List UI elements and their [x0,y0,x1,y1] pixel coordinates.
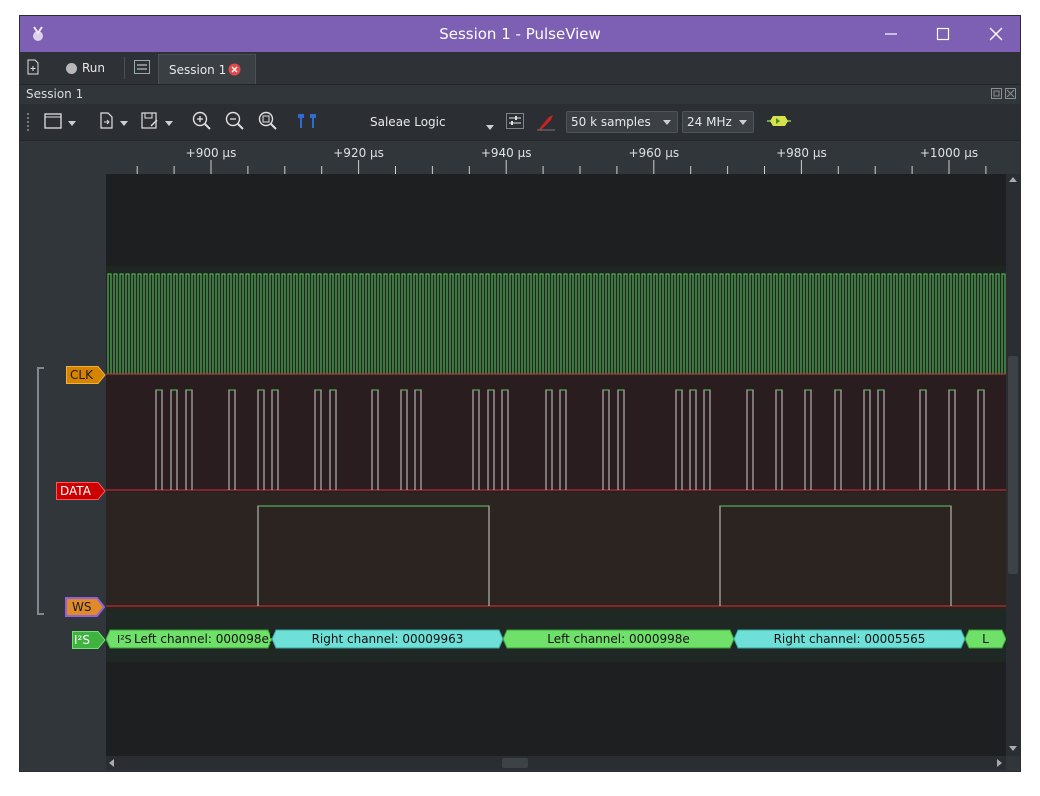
ruler-tick-label: +920 µs [333,146,384,160]
ruler-tick-label: +960 µs [628,146,679,160]
pulseview-window: Session 1 - PulseView Run Session 1 Sess… [19,15,1021,772]
tab-session-label: Session 1 [169,62,227,77]
ruler-tick-label: +940 µs [481,146,532,160]
trace-view[interactable]: Left channel: 000098e5 Right channel: 000… [106,174,1006,756]
time-ruler[interactable]: +900 µs +920 µs +940 µs +960 µs +980 µs +1000… [106,142,1006,174]
probe-icon [535,111,557,134]
zoom-in-button[interactable] [190,110,214,134]
chevron-down-icon [663,120,671,125]
zoom-fit-button[interactable] [256,110,280,134]
add-decoder-button[interactable] [766,110,792,134]
session-dock-header: Session 1 [20,85,1020,103]
zoom-out-icon [225,111,245,134]
i2s-annotation-text: Right channel: 00005565 [774,632,926,646]
i2s-annotation-text: L [982,632,989,646]
ruler-ticks: +900 µs +920 µs +940 µs +960 µs +980 µs +1000… [136,146,987,174]
new-view-icon [44,112,62,132]
maximize-button[interactable] [930,22,956,46]
horizontal-scrollbar[interactable] [106,756,1006,770]
minimize-button[interactable] [878,22,904,46]
decoder-label-i2s[interactable]: I²S [72,631,106,649]
hscroll-thumb [502,758,528,768]
i2s-annotation-text: Left channel: 000098e5 [134,632,277,646]
new-document-icon [26,59,40,78]
new-view-button[interactable] [40,110,80,134]
samplerate-select[interactable]: 24 MHz [682,111,754,133]
sample-count-select[interactable]: 50 k samples [566,111,678,133]
sliders-icon [506,112,524,132]
trace-canvas: Left channel: 000098e5 Right channel: 000… [106,174,1006,662]
chevron-down-icon [486,119,494,133]
sample-count-value: 50 k samples [571,115,651,129]
channel-header-panel: CLK DATA WS I²S [20,142,106,771]
scroll-up-icon [1009,177,1017,182]
configure-device-button[interactable] [504,110,526,134]
view-settings-button[interactable] [134,52,150,84]
close-tab-icon[interactable] [228,63,241,79]
configure-channels-button[interactable] [534,110,558,134]
channel-label-data[interactable]: DATA [56,482,106,500]
vscroll-thumb [1008,356,1018,574]
close-window-button[interactable] [983,22,1009,46]
open-file-icon [100,112,114,132]
chevron-down-icon [120,115,128,129]
float-dock-icon[interactable] [991,88,1002,102]
ruler-tick-label: +900 µs [186,146,237,160]
new-session-button[interactable] [26,52,46,84]
i2s-badge-text: I²S [117,633,132,646]
separator [124,57,125,79]
chevron-down-icon [165,115,173,129]
empty-band [106,174,1006,266]
data-name: DATA [60,484,91,498]
ws-band [106,492,1006,610]
device-selector[interactable]: Saleae Logic [370,110,494,134]
save-icon [141,112,159,132]
zoom-fit-icon [258,111,278,134]
device-name: Saleae Logic [370,115,446,129]
zoom-in-icon [192,111,212,134]
chevron-down-icon [68,115,76,129]
vertical-scrollbar[interactable] [1006,174,1020,756]
data-band [106,376,1006,492]
samplerate-value: 24 MHz [687,115,732,129]
ruler-tick-label: +980 µs [776,146,827,160]
show-cursors-button[interactable] [294,110,320,134]
session-toolbar: Saleae Logic 50 k samples 24 MHz [20,104,1020,141]
run-indicator-icon [66,62,77,74]
cursors-icon [295,112,319,133]
clk-band [106,266,1006,376]
channel-label-clk[interactable]: CLK [66,366,106,384]
scroll-down-icon [1009,746,1017,751]
sliders-icon [134,59,150,77]
clk-name: CLK [70,368,93,382]
run-button[interactable]: Run [66,52,105,84]
channel-label-ws[interactable]: WS [65,597,105,617]
window-title: Session 1 - PulseView [439,25,601,43]
decoder-icon [767,114,791,131]
zoom-out-button[interactable] [223,110,247,134]
scroll-left-icon [109,759,114,767]
i2s-annotation-text: Left channel: 0000998e [547,632,690,646]
i2s-annotation-text: Right channel: 00009963 [312,632,464,646]
toolbar-grip [26,110,32,134]
session-dock-title: Session 1 [26,87,84,101]
run-label: Run [82,61,106,75]
open-file-button[interactable] [94,110,134,134]
title-bar: Session 1 - PulseView [20,16,1020,52]
scroll-right-icon [997,759,1002,767]
ruler-tick-label: +1000 µs [920,146,978,160]
ws-name: WS [72,600,92,614]
tab-session-1[interactable]: Session 1 [158,54,256,84]
chevron-down-icon [739,120,747,125]
i2s-name: I²S [74,633,90,647]
close-dock-icon[interactable] [1005,88,1016,102]
main-tab-bar: Run Session 1 [20,52,1020,85]
save-file-button[interactable] [136,110,178,134]
